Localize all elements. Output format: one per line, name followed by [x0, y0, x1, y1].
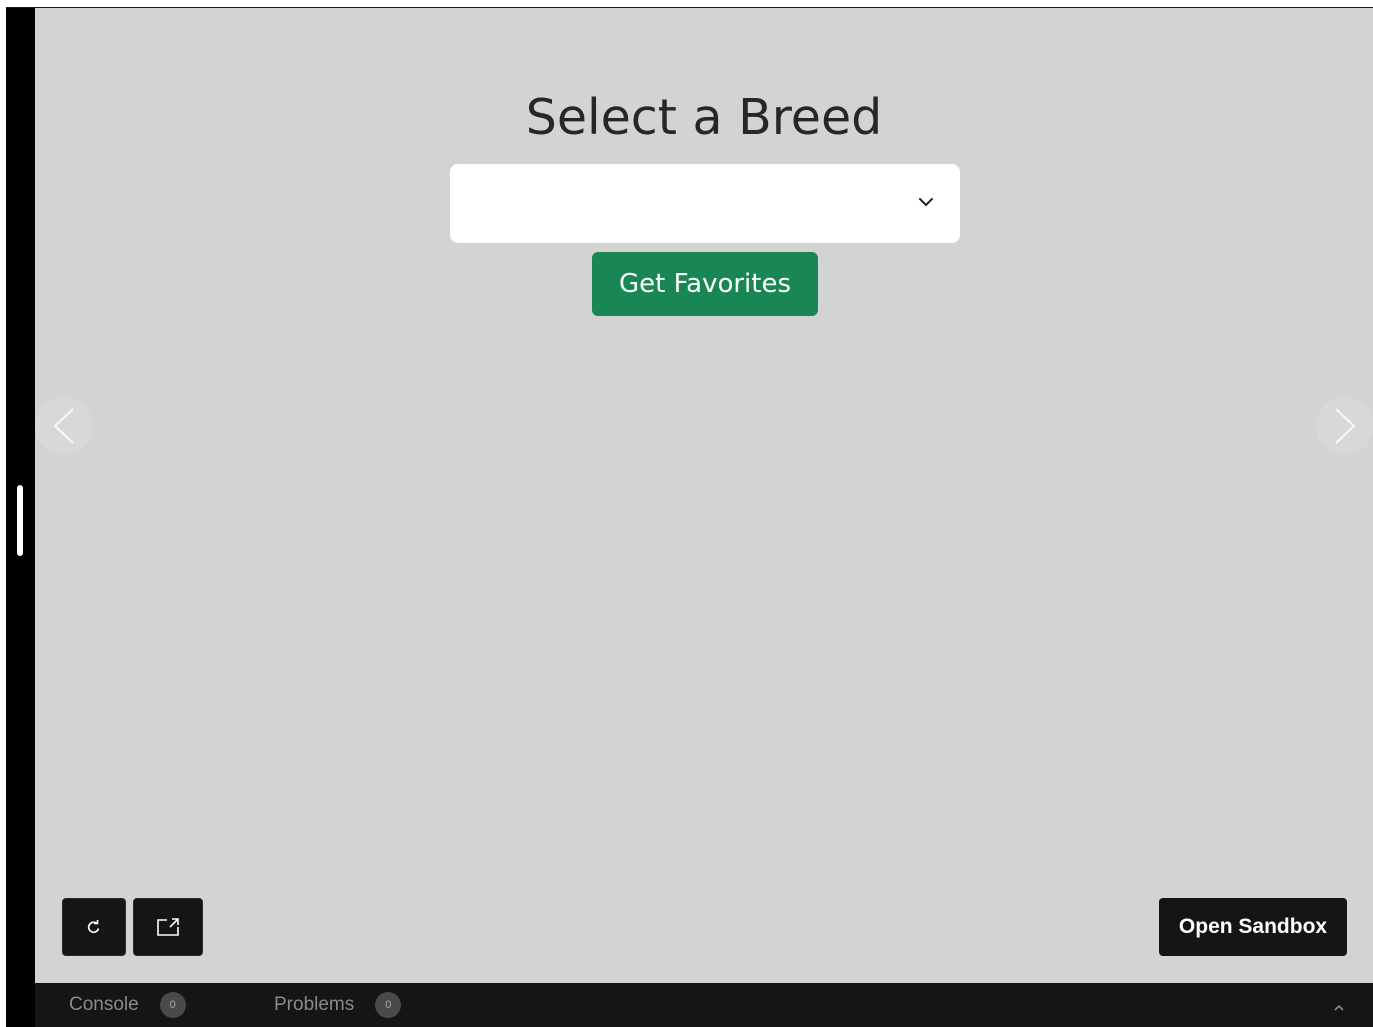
carousel-prev-button[interactable] — [35, 397, 93, 455]
tab-console-label: Console — [69, 994, 139, 1015]
get-favorites-button[interactable]: Get Favorites — [592, 252, 818, 316]
problems-count-badge: 0 — [375, 992, 402, 1018]
open-in-new-window-icon — [157, 918, 179, 936]
open-sandbox-button[interactable]: Open Sandbox — [1159, 898, 1347, 956]
top-border — [0, 0, 1373, 8]
chevron-up-icon[interactable] — [1329, 997, 1349, 1017]
tab-problems-label: Problems — [274, 994, 355, 1015]
panel-resize-handle[interactable] — [17, 485, 23, 556]
bottom-panel-bar: Console 0 Problems 0 — [35, 983, 1373, 1027]
chevron-left-icon — [53, 408, 74, 444]
breed-select[interactable] — [450, 164, 960, 243]
carousel-next-button[interactable] — [1316, 397, 1373, 455]
refresh-icon — [87, 920, 100, 933]
open-in-new-window-button[interactable] — [133, 898, 203, 956]
tab-console[interactable]: Console 0 — [69, 983, 186, 1027]
chevron-down-icon — [919, 198, 933, 206]
console-count-badge: 0 — [159, 992, 186, 1018]
tab-problems[interactable]: Problems 0 — [274, 983, 402, 1027]
page-title: Select a Breed — [525, 89, 883, 146]
chevron-right-icon — [1335, 408, 1356, 444]
refresh-button[interactable] — [62, 898, 126, 956]
preview-pane: Select a Breed Get Favorites Open Sandbo… — [35, 8, 1373, 983]
